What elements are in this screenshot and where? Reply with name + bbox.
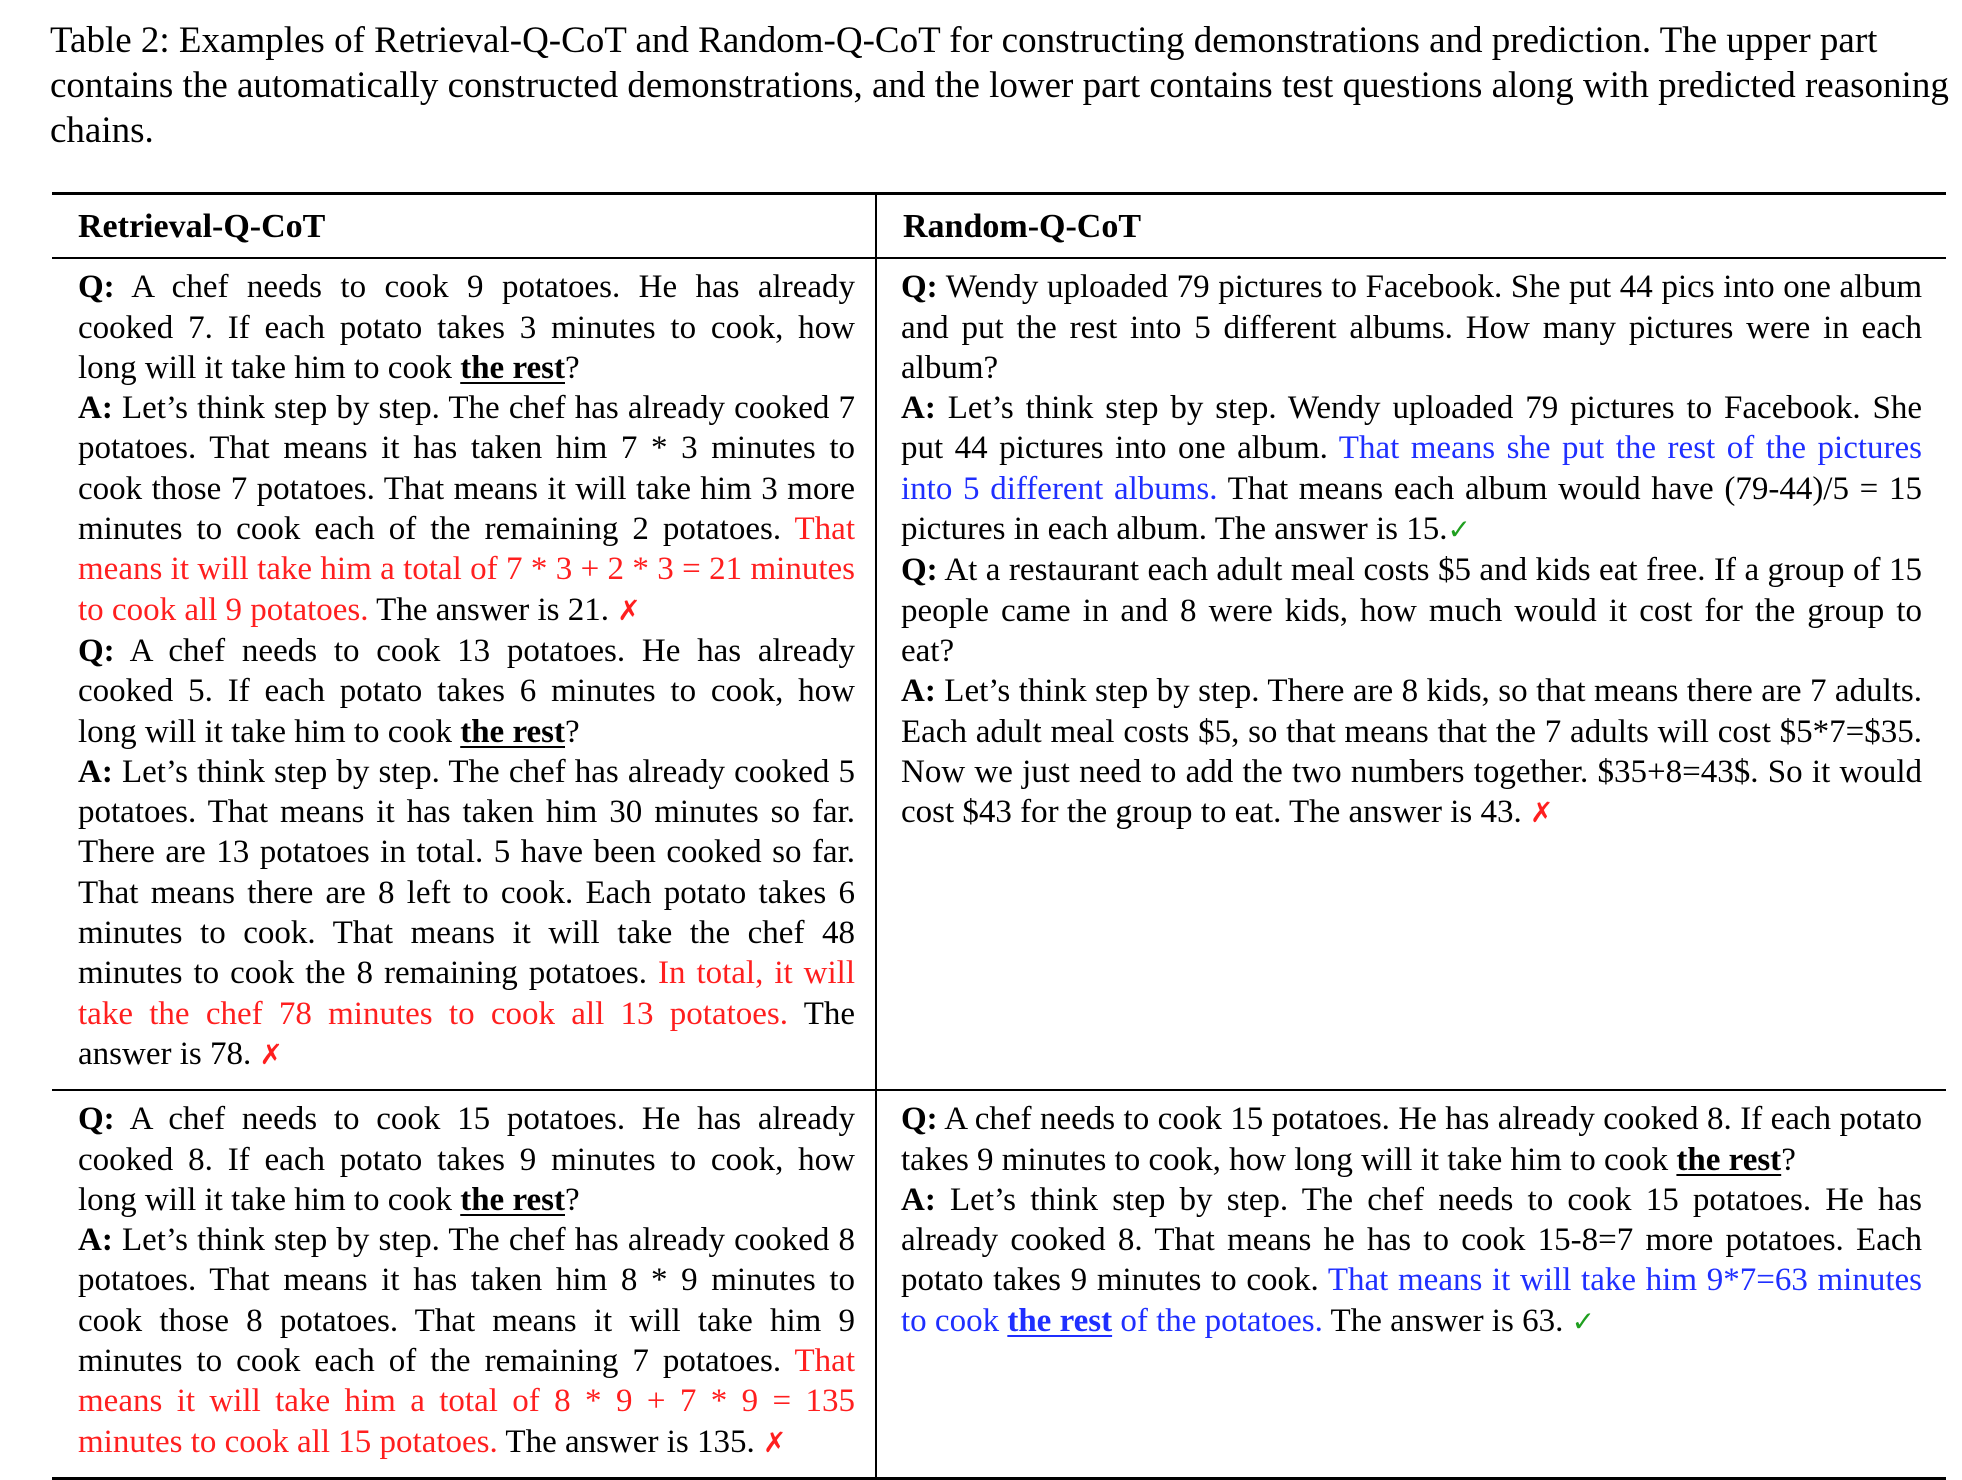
text-segment: Let’s think step by step. The chef has a… [78,390,864,548]
answer-label: A: [78,390,113,427]
question-label: Q: [78,632,115,669]
question-label: Q: [901,552,938,589]
answer-label: A: [901,390,936,427]
text-segment: ? [565,713,580,750]
question-label: Q: [78,1101,115,1138]
answer-label: A: [78,753,113,790]
text-segment: At a restaurant each adult meal costs $5… [901,552,1931,669]
text-segment: Wendy uploaded 79 pictures to Facebook. … [901,269,1931,386]
demo-cell-retrieval: Q: A chef needs to cook 9 potatoes. He h… [52,258,877,1091]
cross-mark-icon: ✗ [762,1425,787,1459]
cross-mark-icon: ✗ [259,1037,283,1071]
text-segment: The answer is 63. [1322,1302,1572,1339]
question-label: Q: [78,269,115,306]
underlined-phrase: the rest [460,713,565,750]
header-retrieval-q-cot: Retrieval-Q-CoT [52,193,877,259]
question-label: Q: [901,1101,938,1138]
header-random-q-cot: Random-Q-CoT [903,208,1142,245]
text-segment: ? [1781,1141,1796,1178]
cross-mark-icon: ✗ [617,593,641,627]
test-cell-retrieval: Q: A chef needs to cook 15 potatoes. He … [52,1090,877,1479]
check-mark-icon: ✓ [1571,1304,1596,1338]
answer-label: A: [901,673,936,710]
cross-mark-icon: ✗ [1530,796,1554,830]
underlined-phrase: the rest [460,349,565,386]
text-segment: Let’s think step by step. There are 8 ki… [901,673,1931,831]
question-label: Q: [901,269,938,306]
text-segment: The answer is 135. [497,1423,763,1460]
answer-label: A: [78,1222,113,1259]
text-segment: The answer is 21. [368,591,618,628]
underlined-phrase: the rest [460,1181,565,1218]
text-segment: ? [565,1181,580,1218]
test-cell-random: Q: A chef needs to cook 15 potatoes. He … [876,1090,1946,1478]
text-segment: ? [565,349,580,386]
demo-cell-random: Q: Wendy uploaded 79 pictures to Faceboo… [876,258,1946,1090]
check-mark-icon: ✓ [1447,513,1471,547]
comparison-table: Retrieval-Q-CoT Random-Q-CoT Q: A chef n… [52,192,1946,1480]
underlined-phrase: the rest [1676,1141,1782,1178]
blue-highlight-segment: of the potatoes. [1112,1302,1323,1339]
blue-underlined-phrase: the rest [1007,1302,1113,1339]
text-segment: Let’s think step by step. The chef has a… [78,1222,864,1380]
answer-label: A: [901,1181,936,1218]
table-caption: Table 2: Examples of Retrieval-Q-CoT and… [50,20,1949,151]
